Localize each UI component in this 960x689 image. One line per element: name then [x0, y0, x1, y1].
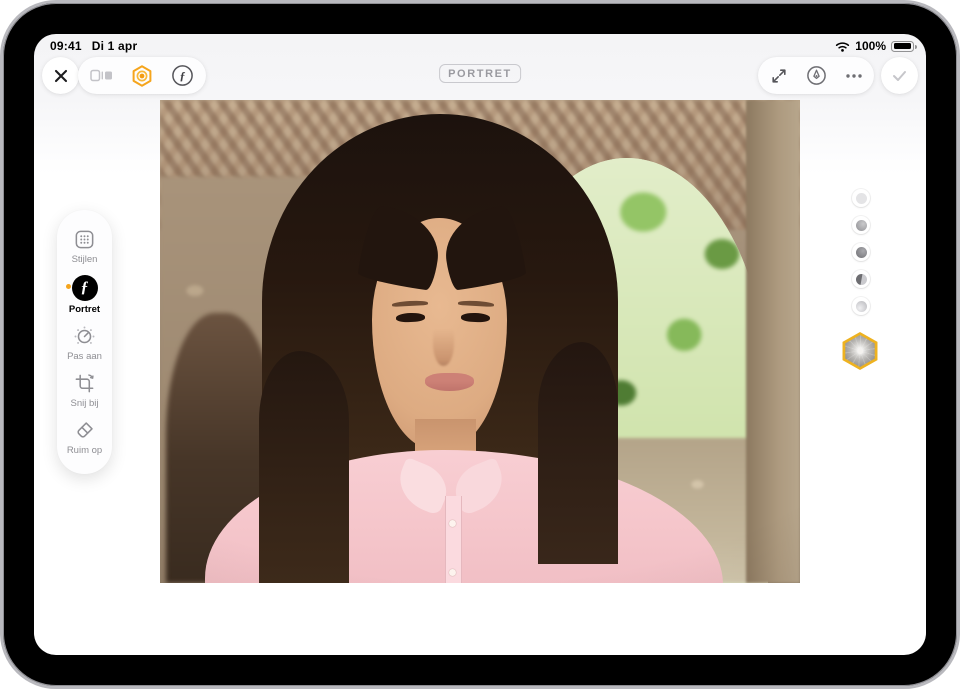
- sidebar-item-portret[interactable]: ƒ Portret: [57, 275, 112, 315]
- battery-fill: [894, 43, 911, 49]
- sidebar-item-ruim-op[interactable]: Ruim op: [57, 419, 112, 456]
- hexagon-highlight-dot: [858, 349, 863, 354]
- styles-hexagon-icon: [130, 64, 154, 88]
- intensity-level-2[interactable]: [852, 216, 870, 234]
- resize-expand-button[interactable]: [762, 59, 796, 93]
- status-time: 09:41: [50, 39, 82, 53]
- confirm-button[interactable]: [881, 57, 918, 94]
- status-date: Di 1 apr: [92, 39, 138, 53]
- sidebar-item-pas-aan[interactable]: Pas aan: [57, 325, 112, 362]
- compare-before-after-icon: [90, 68, 113, 83]
- sidebar-item-label: Portret: [69, 304, 100, 315]
- intensity-level-5[interactable]: [852, 297, 870, 315]
- photo-canvas[interactable]: [160, 100, 800, 583]
- portrait-f-glyph: ƒ: [81, 279, 89, 297]
- close-icon: [53, 68, 69, 84]
- hexagon-effect-indicator[interactable]: [841, 332, 879, 370]
- level-dot: [856, 301, 867, 312]
- checkmark-icon: [890, 66, 909, 85]
- effect-intensity-levels: [851, 189, 871, 315]
- portrait-mode-button[interactable]: ƒ: [166, 59, 200, 93]
- battery-icon: [891, 41, 914, 52]
- level-dot: [856, 274, 867, 285]
- wifi-icon: [835, 41, 850, 52]
- sidebar-item-stijlen[interactable]: Stijlen: [57, 228, 112, 265]
- sidebar-item-label: Snij bij: [71, 398, 99, 409]
- resize-expand-icon: [770, 67, 788, 85]
- portrait-f-icon: ƒ: [72, 275, 98, 301]
- edit-tools-sidebar: Stijlen ƒ Portret: [57, 210, 112, 474]
- adjust-dial-icon: [73, 325, 96, 348]
- intensity-level-3[interactable]: [852, 243, 870, 261]
- level-dot: [856, 220, 867, 231]
- battery-percent: 100%: [855, 39, 886, 53]
- sidebar-item-label: Stijlen: [72, 254, 98, 265]
- more-options-button[interactable]: [837, 59, 871, 93]
- mode-title-badge: PORTRET: [439, 64, 521, 83]
- photo-vignette: [160, 100, 800, 583]
- status-right: 100%: [835, 39, 914, 53]
- sidebar-item-label: Ruim op: [67, 445, 102, 456]
- ipad-bezel: 09:41 Di 1 apr 100%: [0, 0, 960, 689]
- active-mode-dot: [66, 284, 71, 289]
- compare-before-after-button[interactable]: [85, 59, 119, 93]
- level-dot: [856, 193, 867, 204]
- status-left: 09:41 Di 1 apr: [50, 39, 137, 53]
- sidebar-item-label: Pas aan: [67, 351, 102, 362]
- crop-icon: [73, 372, 96, 395]
- edit-mode-group: ƒ: [78, 57, 206, 94]
- ipad-mockup: 09:41 Di 1 apr 100%: [0, 0, 960, 689]
- intensity-level-1[interactable]: [852, 189, 870, 207]
- eraser-icon: [73, 419, 96, 442]
- markup-pen-icon: [806, 65, 827, 86]
- status-bar: 09:41 Di 1 apr 100%: [34, 34, 926, 58]
- sidebar-item-snij-bij[interactable]: Snij bij: [57, 372, 112, 409]
- markup-button[interactable]: [799, 59, 833, 93]
- photo-edit-screen: 09:41 Di 1 apr 100%: [34, 34, 926, 655]
- level-dot: [856, 247, 867, 258]
- styles-grid-icon: [73, 228, 96, 251]
- styles-hexagon-button[interactable]: [125, 59, 159, 93]
- intensity-level-4[interactable]: [852, 270, 870, 288]
- battery-cap: [915, 45, 917, 49]
- svg-text:ƒ: ƒ: [180, 69, 186, 83]
- portrait-f-icon: ƒ: [171, 64, 194, 87]
- close-button[interactable]: [42, 57, 79, 94]
- more-ellipsis-icon: [845, 73, 863, 79]
- view-tools-group: [758, 57, 874, 94]
